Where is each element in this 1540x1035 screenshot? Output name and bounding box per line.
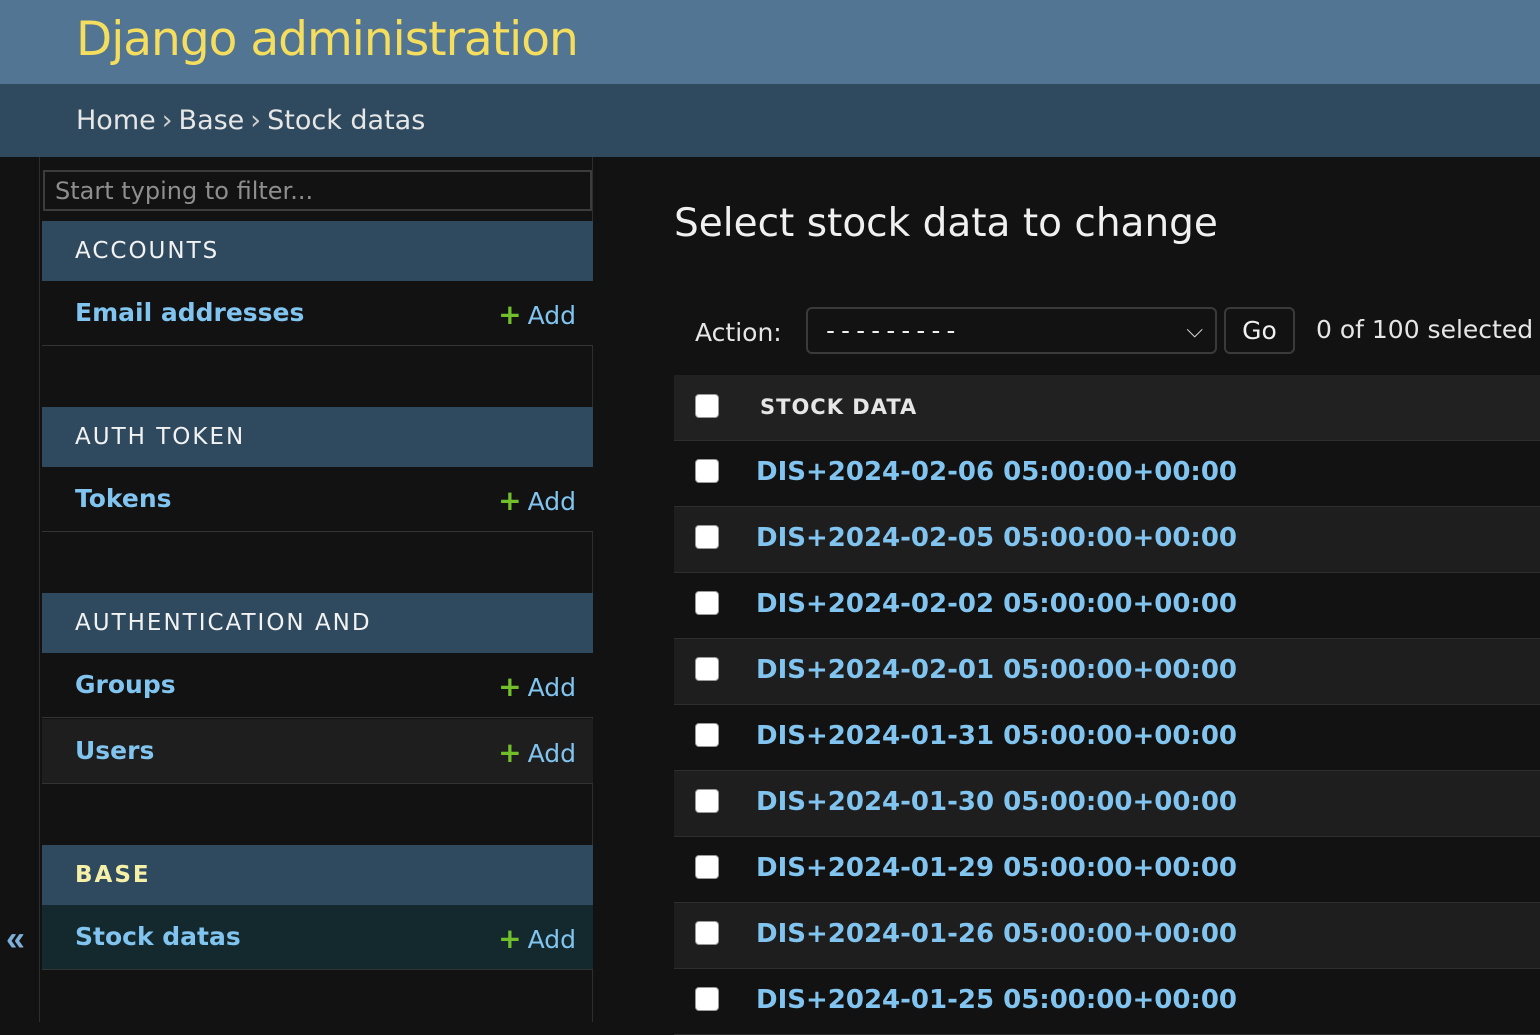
table-row: DIS+2024-01-26 05:00:00+00:00 [674, 903, 1540, 969]
breadcrumb-separator: › [250, 105, 262, 136]
table-header: STOCK DATA [674, 375, 1540, 441]
table-row: DIS+2024-01-30 05:00:00+00:00 [674, 771, 1540, 837]
plus-icon: + [498, 922, 522, 955]
add-label: Add [527, 301, 576, 330]
row-link[interactable]: DIS+2024-02-02 05:00:00+00:00 [756, 589, 1237, 619]
breadcrumb-home[interactable]: Home [76, 105, 156, 136]
row-link[interactable]: DIS+2024-02-05 05:00:00+00:00 [756, 523, 1237, 553]
breadcrumb-current: Stock datas [267, 105, 426, 136]
chevron-down-icon: ⌵ [1186, 318, 1203, 343]
table-row: DIS+2024-02-01 05:00:00+00:00 [674, 639, 1540, 705]
collapse-sidebar-icon[interactable]: « [6, 920, 25, 959]
table-row: DIS+2024-02-05 05:00:00+00:00 [674, 507, 1540, 573]
sidebar-item-users: Users + Add [42, 719, 593, 784]
module-caption-auth[interactable]: AUTHENTICATION AND AUTHORIZATION [42, 593, 593, 696]
action-label: Action: [695, 318, 782, 347]
row-link[interactable]: DIS+2024-01-26 05:00:00+00:00 [756, 919, 1237, 949]
site-header: Django administration [0, 0, 1540, 84]
plus-icon: + [498, 298, 522, 331]
row-checkbox[interactable] [695, 459, 719, 483]
row-link[interactable]: DIS+2024-02-06 05:00:00+00:00 [756, 457, 1237, 487]
result-list-table: STOCK DATA DIS+2024-02-06 05:00:00+00:00… [674, 375, 1540, 1035]
action-select-value: --------- [823, 316, 959, 345]
add-label: Add [527, 925, 576, 954]
sidebar-item-stock-datas: Stock datas + Add [42, 905, 593, 970]
add-link[interactable]: + Add [498, 922, 576, 955]
actions-bar: Action: --------- ⌵ Go 0 of 100 selected [674, 307, 1540, 355]
add-label: Add [527, 673, 576, 702]
plus-icon: + [498, 484, 522, 517]
row-link[interactable]: DIS+2024-01-29 05:00:00+00:00 [756, 853, 1237, 883]
page-title: Select stock data to change [674, 201, 1218, 246]
table-row: DIS+2024-02-06 05:00:00+00:00 [674, 441, 1540, 507]
sidebar-item-tokens: Tokens + Add [42, 467, 593, 532]
table-row: DIS+2024-02-02 05:00:00+00:00 [674, 573, 1540, 639]
sidebar-item-groups: Groups + Add [42, 653, 593, 718]
main-content: Select stock data to change Action: ----… [594, 157, 1540, 1035]
action-select[interactable]: --------- ⌵ [806, 307, 1217, 354]
row-link[interactable]: DIS+2024-01-25 05:00:00+00:00 [756, 985, 1237, 1015]
model-link[interactable]: Tokens [75, 484, 172, 513]
module-caption-accounts[interactable]: ACCOUNTS [42, 221, 593, 281]
model-link[interactable]: Groups [75, 670, 176, 699]
row-checkbox[interactable] [695, 657, 719, 681]
table-row: DIS+2024-01-31 05:00:00+00:00 [674, 705, 1540, 771]
add-link[interactable]: + Add [498, 670, 576, 703]
selected-count: 0 of 100 selected [1316, 315, 1534, 344]
sidebar-nav: ACCOUNTS Email addresses +Add AUTH TOKEN… [41, 157, 593, 1022]
sidebar-item-email-addresses: Email addresses + Add [42, 281, 593, 346]
model-link[interactable]: Users [75, 736, 154, 765]
breadcrumb-separator: › [161, 105, 173, 136]
add-label: Add [527, 487, 576, 516]
breadcrumb-base[interactable]: Base [179, 105, 245, 136]
go-button[interactable]: Go [1224, 307, 1295, 354]
add-link[interactable]: + Add [498, 484, 576, 517]
row-link[interactable]: DIS+2024-02-01 05:00:00+00:00 [756, 655, 1237, 685]
sidebar-toggle-column: « [0, 157, 40, 1022]
sidebar-filter-input[interactable] [43, 170, 592, 211]
model-link[interactable]: Email addresses [75, 298, 304, 327]
add-link[interactable]: + Add [498, 736, 576, 769]
row-checkbox[interactable] [695, 921, 719, 945]
row-checkbox[interactable] [695, 723, 719, 747]
row-link[interactable]: DIS+2024-01-30 05:00:00+00:00 [756, 787, 1237, 817]
add-label: Add [527, 739, 576, 768]
row-checkbox[interactable] [695, 855, 719, 879]
row-checkbox[interactable] [695, 789, 719, 813]
site-title[interactable]: Django administration [76, 12, 579, 67]
select-all-checkbox[interactable] [695, 394, 719, 418]
breadcrumb: Home › Base › Stock datas [0, 84, 1540, 157]
row-checkbox[interactable] [695, 987, 719, 1011]
row-link[interactable]: DIS+2024-01-31 05:00:00+00:00 [756, 721, 1237, 751]
row-checkbox[interactable] [695, 525, 719, 549]
model-link[interactable]: Stock datas [75, 922, 241, 951]
row-checkbox[interactable] [695, 591, 719, 615]
table-row: DIS+2024-01-29 05:00:00+00:00 [674, 837, 1540, 903]
column-header-stock-data[interactable]: STOCK DATA [760, 395, 917, 419]
plus-icon: + [498, 670, 522, 703]
plus-icon: + [498, 736, 522, 769]
add-link[interactable]: + Add [498, 298, 576, 331]
module-caption-auth-token[interactable]: AUTH TOKEN [42, 407, 593, 467]
module-caption-base[interactable]: BASE [42, 845, 593, 905]
table-row: DIS+2024-01-25 05:00:00+00:00 [674, 969, 1540, 1035]
